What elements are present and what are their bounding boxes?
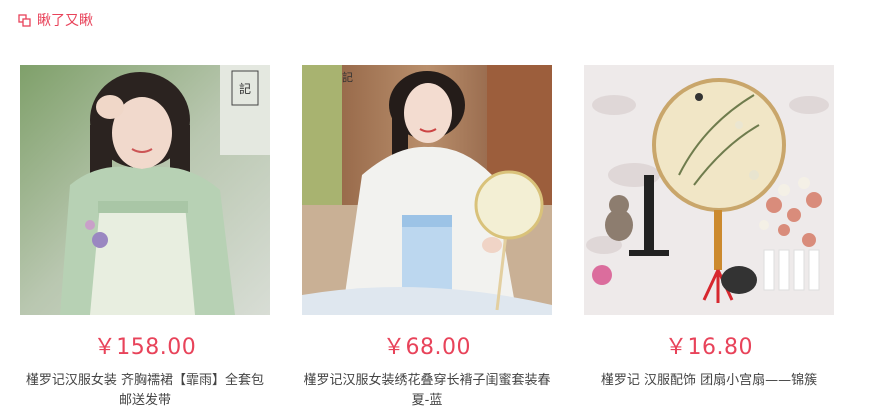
product-card[interactable]: 記 ￥68.00 槿罗记汉服女装绣花叠穿长褙子闺蜜套装春夏-蓝	[302, 65, 552, 411]
product-price: ￥16.80	[665, 335, 753, 360]
svg-text:記: 記	[239, 81, 251, 96]
product-card[interactable]: 記 ￥158.00 槿罗记汉服女装 齐胸襦裙【霏雨】全套包邮送发带	[20, 65, 270, 411]
product-grid: 記 ￥158.00 槿罗记汉服女装 齐胸襦裙【霏雨】全套包邮送发带 記 ￥68.…	[0, 0, 881, 411]
product-name-link[interactable]: 槿罗记汉服女装 齐胸襦裙【霏雨】全套包邮送发带	[20, 371, 270, 411]
product-card[interactable]: ￥16.80 槿罗记 汉服配饰 团扇小宫扇——锦簇	[584, 65, 834, 391]
product-image-hanfu-green[interactable]: 記	[20, 65, 270, 315]
product-image-hanfu-white-blue[interactable]: 記	[302, 65, 552, 315]
svg-text:記: 記	[342, 70, 353, 84]
product-price: ￥158.00	[93, 335, 197, 360]
product-image-round-fan[interactable]	[584, 65, 834, 315]
product-price: ￥68.00	[383, 335, 471, 360]
product-name-link[interactable]: 槿罗记汉服女装绣花叠穿长褙子闺蜜套装春夏-蓝	[302, 371, 552, 411]
product-name-link[interactable]: 槿罗记 汉服配饰 团扇小宫扇——锦簇	[584, 371, 834, 391]
